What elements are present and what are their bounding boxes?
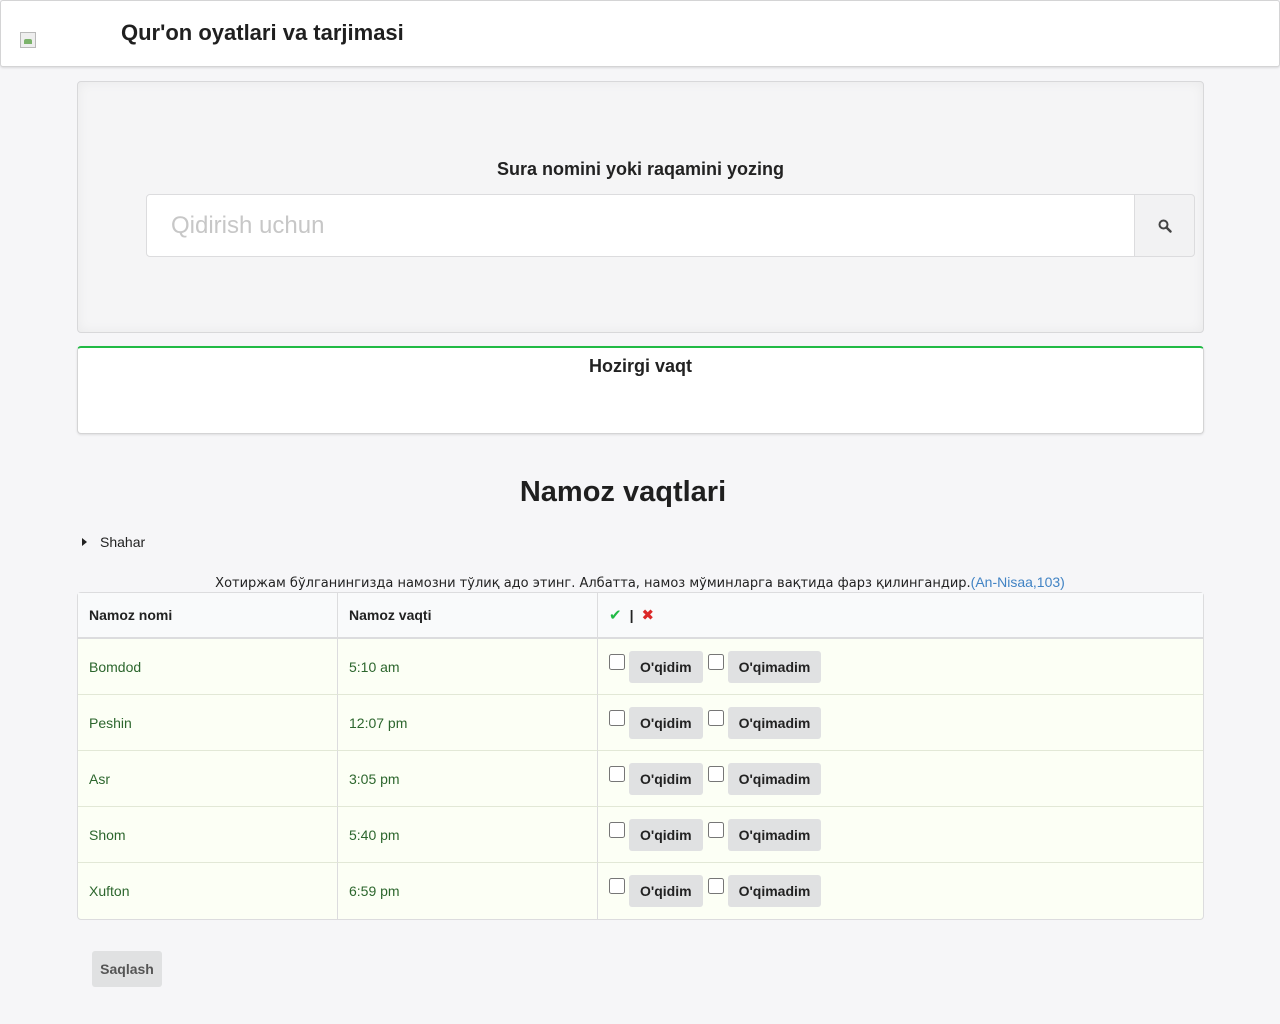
prayer-name: Shom	[78, 807, 338, 863]
prayer-name: Bomdod	[78, 639, 338, 695]
not-read-checkbox[interactable]	[707, 821, 724, 838]
prayer-actions: O'qidim O'qimadim	[598, 807, 1203, 863]
read-checkbox[interactable]	[609, 765, 625, 782]
column-header-status: ✔ | ✖	[598, 593, 1203, 639]
search-icon	[1158, 219, 1172, 233]
not-read-button[interactable]: O'qimadim	[727, 875, 822, 907]
not-read-checkbox[interactable]	[707, 878, 724, 894]
table-row: Asr 3:05 pm O'qidim O'qimadim	[78, 751, 1203, 807]
table-row: Peshin 12:07 pm O'qidim O'qimadim	[78, 695, 1203, 751]
read-button[interactable]: O'qidim	[629, 706, 703, 739]
save-button[interactable]: Saqlash	[92, 951, 162, 987]
prayer-actions: O'qidim O'qimadim	[598, 751, 1203, 807]
table-row: Bomdod 5:10 am O'qidim O'qimadim	[78, 639, 1203, 695]
city-dropdown-toggle[interactable]: Shahar	[82, 534, 145, 550]
top-menu-bar: Qur'on oyatlari va tarjimasi	[0, 0, 1280, 67]
not-read-button[interactable]: O'qimadim	[727, 818, 822, 851]
column-header-time: Namoz vaqti	[338, 593, 598, 639]
search-button[interactable]	[1134, 194, 1195, 257]
ayah-reference-link[interactable]: (An-Nisaa,103)	[971, 574, 1065, 590]
read-button[interactable]: O'qidim	[629, 875, 703, 907]
broken-image-icon[interactable]	[20, 32, 36, 48]
read-checkbox[interactable]	[609, 653, 625, 670]
read-button[interactable]: O'qidim	[629, 818, 703, 851]
read-checkbox[interactable]	[609, 709, 625, 726]
app-title[interactable]: Qur'on oyatlari va tarjimasi	[121, 20, 404, 46]
prayer-actions: O'qidim O'qimadim	[598, 639, 1203, 695]
search-heading: Sura nomini yoki raqamini yozing	[496, 159, 785, 179]
prayer-name: Peshin	[78, 695, 338, 751]
table-row: Xufton 6:59 pm O'qidim O'qimadim	[78, 863, 1203, 919]
table-row: Shom 5:40 pm O'qidim O'qimadim	[78, 807, 1203, 863]
read-checkbox[interactable]	[609, 821, 625, 838]
current-time-title: Hozirgi vaqt	[588, 356, 692, 376]
city-label: Shahar	[100, 534, 146, 550]
prayer-section-title: Namoz vaqtlari	[519, 476, 727, 508]
not-read-checkbox[interactable]	[707, 653, 724, 670]
ayah-quote: Хотиржам бўлганингизда намозни тўлиқ адо…	[0, 574, 1280, 591]
not-read-checkbox[interactable]	[707, 709, 724, 726]
prayer-time: 12:07 pm	[338, 695, 598, 751]
not-read-button[interactable]: O'qimadim	[727, 650, 822, 683]
search-segment: Sura nomini yoki raqamini yozing	[77, 81, 1204, 333]
table-header-row: Namoz nomi Namoz vaqti ✔ | ✖	[78, 593, 1203, 639]
check-icon: ✔	[609, 607, 622, 624]
prayer-name: Asr	[78, 751, 338, 807]
prayer-time: 5:10 am	[338, 639, 598, 695]
read-button[interactable]: O'qidim	[629, 762, 703, 795]
cross-icon: ✖	[641, 607, 655, 624]
current-time-card: Hozirgi vaqt	[77, 346, 1204, 434]
prayer-name: Xufton	[78, 863, 338, 919]
read-button[interactable]: O'qidim	[629, 650, 703, 683]
column-header-name: Namoz nomi	[78, 593, 338, 639]
search-input[interactable]	[146, 194, 1135, 257]
prayer-actions: O'qidim O'qimadim	[598, 695, 1203, 751]
prayer-time: 3:05 pm	[338, 751, 598, 807]
not-read-button[interactable]: O'qimadim	[727, 762, 822, 795]
prayer-times-table: Namoz nomi Namoz vaqti ✔ | ✖ Bomdod 5:10 a…	[77, 592, 1204, 920]
read-checkbox[interactable]	[609, 878, 625, 894]
not-read-button[interactable]: O'qimadim	[727, 706, 822, 739]
ayah-quote-text: Хотиржам бўлганингизда намозни тўлиқ адо…	[215, 576, 971, 591]
caret-right-icon	[82, 538, 87, 546]
prayer-time: 6:59 pm	[338, 863, 598, 919]
prayer-time: 5:40 pm	[338, 807, 598, 863]
separator: |	[629, 607, 634, 623]
prayer-actions: O'qidim O'qimadim	[598, 863, 1203, 919]
not-read-checkbox[interactable]	[707, 765, 724, 782]
